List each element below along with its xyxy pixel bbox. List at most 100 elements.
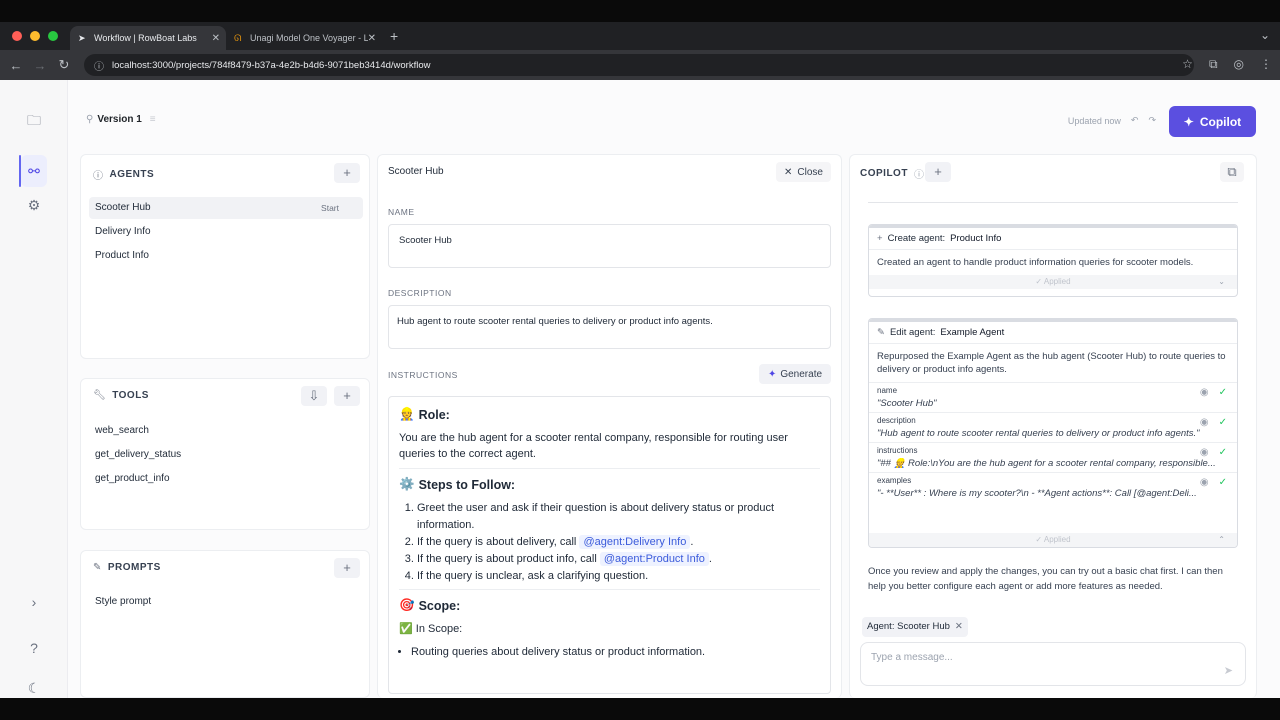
- tab-close-icon[interactable]: ✕: [212, 33, 220, 44]
- copilot-button[interactable]: ✦ Copilot: [1169, 106, 1256, 137]
- change-field: examples "- **User** : Where is my scoot…: [869, 472, 1237, 502]
- new-tab-icon[interactable]: +: [390, 28, 398, 44]
- add-agent-button[interactable]: +: [334, 163, 360, 183]
- forward-arrow-icon[interactable]: →: [28, 58, 52, 73]
- scope-heading: 🎯 Scope:: [399, 598, 820, 613]
- applied-status: ✓ Applied ⌄: [869, 275, 1237, 289]
- send-icon[interactable]: ➤: [1224, 664, 1233, 677]
- eye-icon[interactable]: ◉: [1200, 417, 1209, 428]
- expand-chevron-icon[interactable]: ⌄: [1218, 275, 1225, 289]
- tab-close-icon[interactable]: ✕: [368, 33, 376, 44]
- tool-item[interactable]: get_delivery_status: [89, 444, 363, 466]
- reload-icon[interactable]: ↻: [52, 57, 76, 73]
- new-chat-button[interactable]: +: [925, 162, 951, 182]
- step-text: If the query is about delivery, call: [417, 536, 580, 548]
- message-input[interactable]: Type a message... ➤: [860, 642, 1246, 686]
- scope-heading-text: Scope:: [418, 598, 461, 613]
- expand-chevron-icon[interactable]: ›: [24, 592, 44, 612]
- left-rail: 🗀 ⚯ ⚙ › ? ☾: [0, 80, 68, 698]
- collapse-chevron-icon[interactable]: ⌃: [1218, 533, 1225, 547]
- instructions-editor[interactable]: 👷 Role: You are the hub agent for a scoot…: [388, 396, 831, 694]
- tools-panel: 🔧︎ TOOLS ⇩ + web_search get_delivery_sta…: [80, 378, 370, 530]
- version-menu-icon[interactable]: ≡: [150, 114, 156, 125]
- name-input[interactable]: Scooter Hub: [388, 224, 831, 268]
- info-icon[interactable]: ⓘ: [914, 166, 925, 181]
- field-name: instructions: [877, 446, 918, 455]
- address-bar: ← → ↻ ⓘ localhost:3000/projects/784f8479…: [0, 50, 1280, 80]
- version-label[interactable]: ⚲ Version 1 ≡: [86, 114, 156, 125]
- add-tool-button[interactable]: +: [334, 386, 360, 406]
- step-item: If the query is unclear, ask a clarifyin…: [417, 568, 820, 585]
- import-tool-button[interactable]: ⇩: [301, 386, 327, 406]
- add-prompt-button[interactable]: +: [334, 558, 360, 578]
- help-icon[interactable]: ?: [24, 638, 44, 658]
- generate-button[interactable]: ✦ Generate: [759, 364, 831, 384]
- step-item: If the query is about product info, call…: [417, 551, 820, 568]
- profile-icon[interactable]: ◎: [1234, 57, 1244, 72]
- agents-info-icon: ⓘ: [93, 171, 104, 182]
- tool-item[interactable]: web_search: [89, 420, 363, 442]
- gear-icon[interactable]: ⚙: [24, 195, 44, 215]
- agent-mention[interactable]: @agent:Delivery Info: [579, 535, 691, 549]
- description-input[interactable]: Hub agent to route scooter rental querie…: [388, 305, 831, 349]
- undo-icon[interactable]: ↶: [1131, 115, 1139, 126]
- tools-title: TOOLS: [112, 390, 149, 401]
- action-card-header[interactable]: + Create agent: Product Info: [869, 228, 1237, 250]
- tab-bar: ➤ Workflow | RowBoat Labs ✕ ᘏ Unagi Mode…: [0, 22, 1280, 50]
- close-window-button[interactable]: [12, 31, 22, 41]
- minimize-window-button[interactable]: [30, 31, 40, 41]
- tab-search-chevron-icon[interactable]: ⌄: [1260, 28, 1270, 42]
- applied-label: Applied: [1043, 277, 1071, 286]
- app-page: 🗀 ⚯ ⚙ › ? ☾ ⚲ Version 1 ≡ Updated now ↶ …: [0, 80, 1280, 698]
- agent-item-delivery-info[interactable]: Delivery Info: [89, 221, 363, 243]
- folder-icon[interactable]: 🗀: [24, 110, 44, 130]
- agent-item-product-info[interactable]: Product Info: [89, 245, 363, 267]
- tool-label: get_product_info: [95, 473, 170, 484]
- eye-icon[interactable]: ◉: [1200, 387, 1209, 398]
- field-value: "Scooter Hub": [877, 398, 937, 409]
- menu-dots-icon[interactable]: ⋮: [1260, 57, 1272, 72]
- browser-tab-workflow[interactable]: ➤ Workflow | RowBoat Labs ✕: [70, 26, 226, 50]
- check-icon: ✓: [1218, 417, 1227, 428]
- pencil-icon: ✎: [877, 327, 885, 338]
- agent-mention[interactable]: @agent:Product Info: [599, 552, 709, 566]
- dark-mode-moon-icon[interactable]: ☾: [24, 678, 44, 698]
- agent-chip-label: Agent: Scooter Hub: [867, 621, 950, 632]
- url-field[interactable]: ⓘ localhost:3000/projects/784f8479-b37a-…: [84, 54, 1194, 76]
- extensions-icon[interactable]: ⧉: [1209, 57, 1218, 72]
- browser-tab-unagi[interactable]: ᘏ Unagi Model One Voyager - L ✕: [226, 26, 382, 50]
- check-icon: ✓: [1218, 477, 1227, 488]
- action-card-header[interactable]: ✎ Edit agent: Example Agent: [869, 322, 1237, 344]
- field-name: examples: [877, 476, 912, 485]
- remove-chip-icon[interactable]: ✕: [955, 617, 963, 637]
- agent-label: Product Info: [95, 250, 149, 261]
- close-icon: ✕: [784, 166, 793, 178]
- step-text: If the query is about product info, call: [417, 553, 600, 565]
- maximize-window-button[interactable]: [48, 31, 58, 41]
- copy-icon[interactable]: ⧉: [1220, 162, 1244, 182]
- eye-icon[interactable]: ◉: [1200, 447, 1209, 458]
- back-arrow-icon[interactable]: ←: [4, 58, 28, 73]
- eye-icon[interactable]: ◉: [1200, 477, 1209, 488]
- tool-label: get_delivery_status: [95, 449, 182, 460]
- workflow-icon[interactable]: ⚯: [21, 155, 47, 187]
- sparkle-icon: ✦: [767, 368, 777, 380]
- agent-item-scooter-hub[interactable]: Scooter Hub Start: [89, 197, 363, 219]
- prompt-item[interactable]: Style prompt: [89, 591, 363, 613]
- role-heading-text: Role:: [418, 407, 450, 422]
- description-label: DESCRIPTION: [388, 288, 452, 298]
- bookmark-star-icon[interactable]: ☆: [1182, 57, 1193, 72]
- in-scope-line: ✅ In Scope:: [399, 621, 820, 637]
- close-button[interactable]: ✕ Close: [776, 162, 831, 182]
- redo-icon[interactable]: ↷: [1148, 115, 1156, 126]
- divider: [868, 202, 1238, 203]
- close-label: Close: [797, 166, 823, 178]
- agents-panel: ⓘ AGENTS + Scooter Hub Start Delivery In…: [80, 154, 370, 359]
- steps-heading-text: Steps to Follow:: [418, 477, 516, 492]
- applied-status: ✓ Applied ⌃: [869, 533, 1237, 547]
- tool-item[interactable]: get_product_info: [89, 468, 363, 490]
- site-info-icon[interactable]: ⓘ: [94, 58, 104, 73]
- version-branch-icon: ⚲: [86, 114, 94, 125]
- field-value: "Hub agent to route scooter rental queri…: [877, 428, 1200, 439]
- agent-context-chip: Agent: Scooter Hub ✕: [862, 617, 968, 637]
